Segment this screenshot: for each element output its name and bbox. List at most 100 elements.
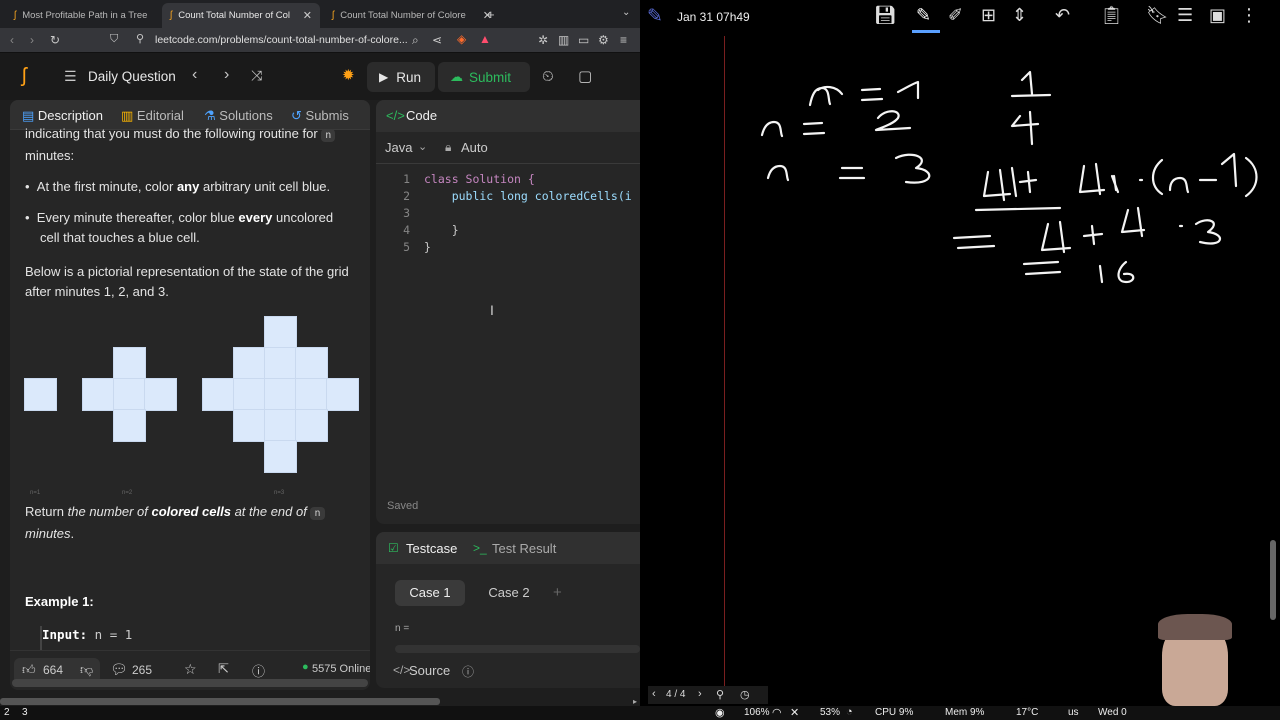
- tab-count-colored-cells-2[interactable]: ʃ Count Total Number of Colored ✕: [324, 3, 500, 28]
- saved-status: Saved: [387, 500, 419, 512]
- tab-test-result[interactable]: Test Result: [492, 541, 556, 556]
- wifi-icon: ◔: [846, 706, 853, 718]
- stroke: [896, 80, 920, 100]
- tab-bar: ʃ Most Profitable Path in a Tree ʃ Count…: [0, 0, 640, 28]
- stroke: [874, 110, 912, 132]
- notes-window: ✎ Jan 31 07h49 💾︎ ✎ ✐ ⊞ ⇕ ↶ 📋︎ 🔖︎ ☰ ▣ ⋮: [640, 0, 1280, 706]
- comment-icon[interactable]: 💬︎: [110, 661, 128, 678]
- reload-icon[interactable]: ↻: [50, 34, 60, 46]
- forward-icon[interactable]: ›: [30, 34, 34, 46]
- comment-count: 265: [132, 663, 153, 677]
- code-panel: </> Code Java ⌄ 🔒︎ Auto 1 2 3 4 5 class …: [376, 100, 640, 524]
- url-text[interactable]: leetcode.com/problems/count-total-number…: [155, 34, 408, 46]
- star-icon[interactable]: ☆: [184, 661, 197, 678]
- auto-mode-label[interactable]: Auto: [461, 140, 488, 155]
- tab-testcase[interactable]: Testcase: [406, 541, 457, 556]
- wallet-icon[interactable]: ▭: [578, 34, 589, 46]
- prev-page-icon[interactable]: ‹: [652, 688, 656, 700]
- grid-cell: [295, 347, 328, 380]
- next-page-icon[interactable]: ›: [698, 688, 702, 700]
- add-case-plus-icon[interactable]: +: [553, 584, 562, 601]
- checkbox-icon: ☑: [388, 541, 399, 555]
- line-number: 3: [403, 206, 410, 220]
- stroke: [1151, 158, 1164, 196]
- back-icon[interactable]: ‹: [10, 34, 14, 46]
- problem-list-icon[interactable]: ☰: [64, 69, 77, 83]
- divider: [376, 163, 640, 164]
- stroke: [1120, 206, 1146, 238]
- bookmark-icon[interactable]: ⛉: [110, 34, 118, 45]
- debug-bug-icon[interactable]: ✹: [342, 68, 355, 83]
- stroke: [1117, 260, 1135, 284]
- run-button[interactable]: ▶ Run: [367, 62, 435, 92]
- grid-cell: [233, 378, 266, 411]
- share-icon[interactable]: ⇱: [218, 661, 229, 677]
- headphones-icon: ◠: [772, 707, 782, 719]
- code-line: }: [424, 240, 431, 254]
- testcase-panel: ☑ Testcase >_ Test Result Case 1 Case 2 …: [376, 532, 640, 688]
- scroll-arrow-icon[interactable]: ▸: [633, 697, 640, 706]
- share-icon[interactable]: ⋖: [432, 34, 442, 46]
- temperature: 17°C: [1016, 707, 1039, 718]
- zoom-icon[interactable]: ⚲: [716, 688, 724, 701]
- thumbs-down-icon[interactable]: 👎︎: [80, 662, 93, 678]
- code-line: class Solution {: [424, 172, 535, 186]
- brave-shield-icon[interactable]: ◈: [457, 33, 466, 45]
- source-link[interactable]: Source: [409, 663, 450, 678]
- like-count: 664: [43, 663, 64, 677]
- prev-problem-icon[interactable]: ‹: [192, 67, 197, 83]
- person-hair: [1158, 614, 1232, 640]
- workspace-2[interactable]: 2: [4, 707, 10, 718]
- stroke: [982, 168, 1012, 202]
- search-icon[interactable]: ⌕: [412, 34, 419, 46]
- sidebar-icon[interactable]: ▥: [558, 34, 569, 46]
- grid-cell: [113, 347, 146, 380]
- stroke: [952, 234, 996, 250]
- case-2-button[interactable]: Case 2: [476, 580, 542, 606]
- chevron-down-icon[interactable]: ⌄: [418, 140, 427, 153]
- case-1-button[interactable]: Case 1: [395, 580, 465, 606]
- handwriting-canvas: [760, 70, 1258, 284]
- timer-icon[interactable]: ⏲: [542, 69, 554, 84]
- daily-question-link[interactable]: Daily Question: [88, 69, 176, 84]
- leetcode-logo-icon[interactable]: ʃ: [22, 66, 26, 86]
- thumbs-up-icon[interactable]: 👍︎: [22, 662, 36, 678]
- close-tab-icon[interactable]: ✕: [297, 9, 312, 22]
- menu-icon[interactable]: ≡: [620, 34, 627, 46]
- help-icon[interactable]: ⓘ: [252, 661, 265, 680]
- workspace-3[interactable]: 3: [22, 707, 28, 718]
- new-tab-plus-icon[interactable]: +: [487, 8, 495, 21]
- eye-icon: ◉: [715, 707, 725, 719]
- stroke: [1078, 162, 1106, 196]
- chevron-down-icon[interactable]: ⌄: [622, 8, 630, 18]
- stroke: [838, 166, 866, 180]
- help-icon[interactable]: ⓘ: [462, 663, 474, 680]
- tab-count-colored-cells-active[interactable]: ʃ Count Total Number of Colored Cells ✕: [162, 3, 320, 28]
- vpn-icon[interactable]: ⚙: [598, 34, 609, 46]
- stroke: [1220, 152, 1238, 188]
- testcase-header: ☑ Testcase >_ Test Result: [376, 532, 640, 564]
- site-info-icon[interactable]: ⚲: [136, 34, 144, 45]
- description-panel: ▤ Description ▥ Editorial ⚗ Solutions ↺ …: [10, 100, 370, 690]
- extensions-icon[interactable]: ✲: [538, 34, 548, 46]
- tab-most-profitable-path[interactable]: ʃ Most Profitable Path in a Tree: [6, 3, 156, 28]
- code-editor[interactable]: 1 2 3 4 5 class Solution { public long c…: [376, 170, 640, 280]
- brave-rewards-icon[interactable]: ▲: [479, 33, 491, 45]
- page-horizontal-scrollbar[interactable]: [0, 698, 440, 705]
- grid-cell: [82, 378, 115, 411]
- grid-cell: [264, 347, 297, 380]
- clock-icon[interactable]: ◷: [740, 688, 750, 701]
- stroke: [760, 120, 784, 138]
- leetcode-favicon-icon: ʃ: [332, 10, 335, 21]
- next-problem-icon[interactable]: ›: [224, 67, 229, 83]
- line-number: 2: [403, 189, 410, 203]
- notes-icon[interactable]: ▢: [578, 69, 592, 84]
- testcase-input[interactable]: [395, 645, 640, 653]
- line-number: 1: [403, 172, 410, 186]
- grid-cell: [264, 440, 297, 473]
- line-number: 4: [403, 223, 410, 237]
- shuffle-icon[interactable]: ⤨: [251, 68, 262, 82]
- language-select[interactable]: Java: [385, 140, 412, 155]
- horizontal-scrollbar[interactable]: [12, 679, 368, 687]
- submit-button[interactable]: ☁ Submit: [438, 62, 530, 92]
